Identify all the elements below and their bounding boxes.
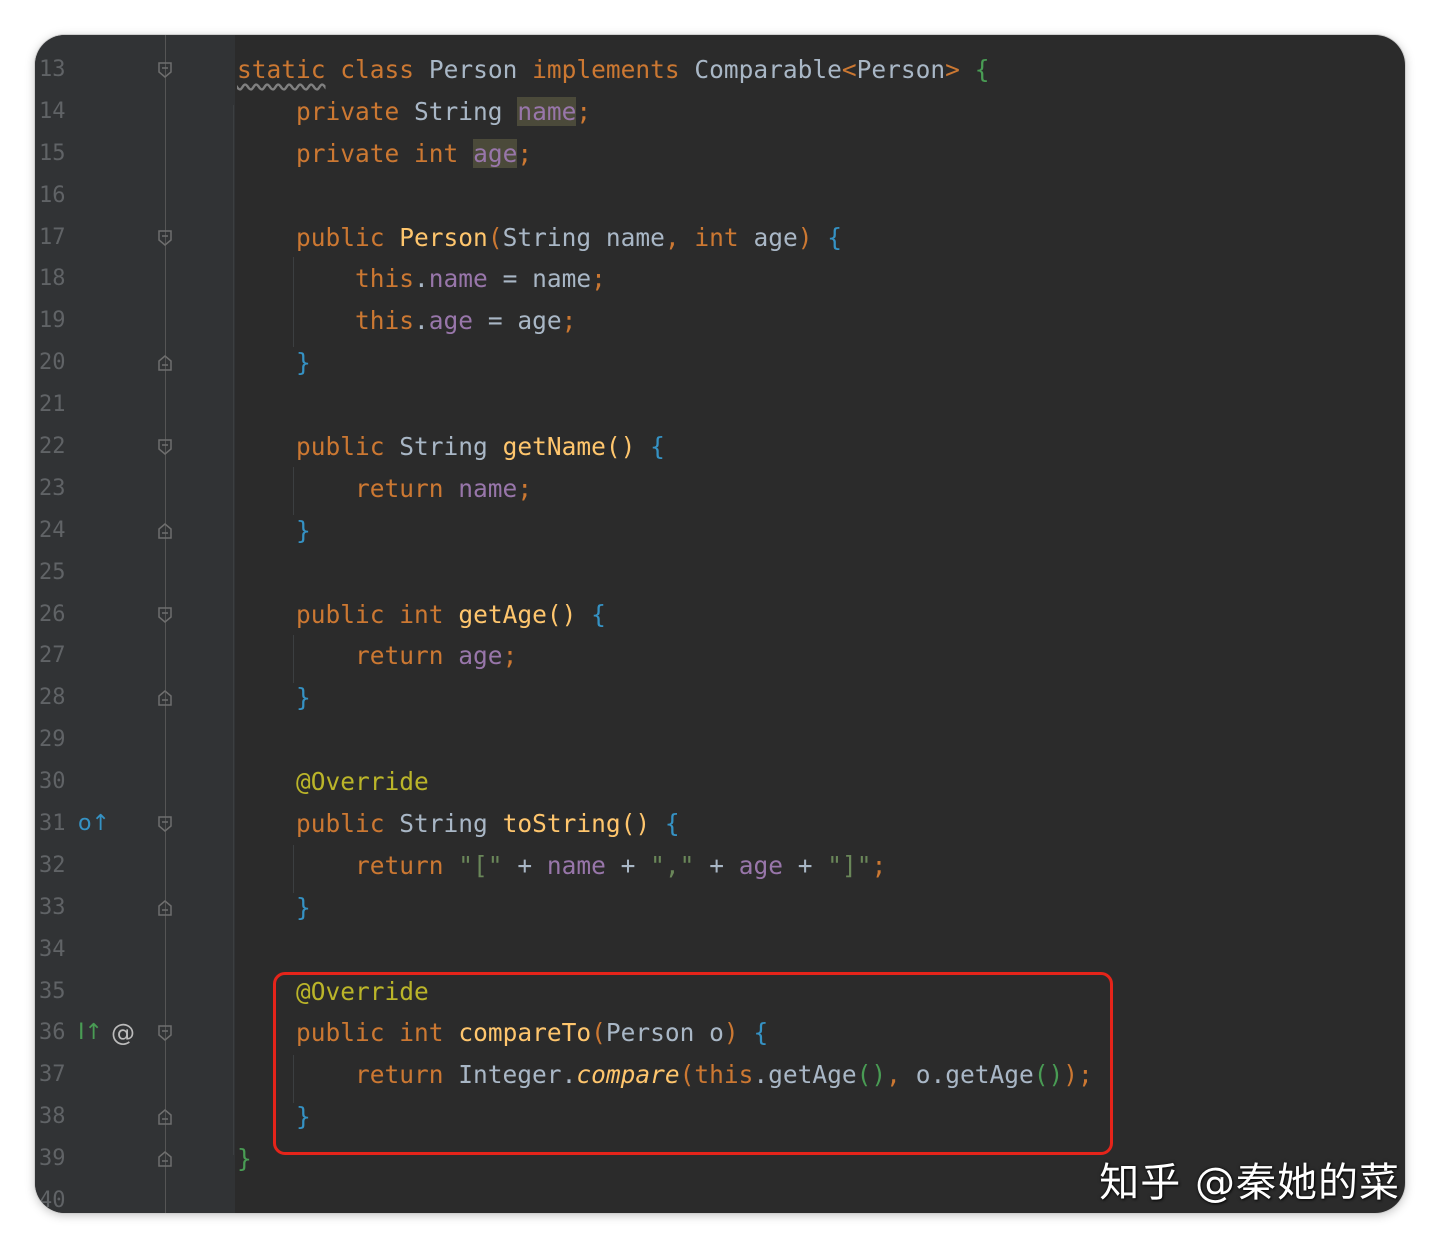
line-number: 33 — [39, 894, 66, 920]
fold-close-icon[interactable] — [157, 689, 173, 707]
code-text: @Override — [296, 767, 429, 797]
code-text: static class Person implements Comparabl… — [237, 55, 990, 84]
implements-method-icon[interactable]: I↑ — [78, 1018, 103, 1048]
line-number: 19 — [39, 308, 66, 334]
fold-open-icon[interactable] — [157, 1024, 173, 1042]
code-editor[interactable]: 13 static class Person implements Compar… — [35, 35, 1405, 1213]
code-text: } — [237, 1144, 252, 1174]
line-number: 26 — [39, 601, 66, 627]
line-number: 24 — [39, 517, 66, 543]
line-number: 21 — [39, 392, 66, 418]
code-line[interactable]: 24 } — [35, 510, 1405, 552]
line-number: 22 — [39, 434, 66, 460]
code-line[interactable]: 30 @Override — [35, 761, 1405, 803]
line-number: 40 — [39, 1188, 66, 1213]
line-number: 18 — [39, 266, 66, 292]
fold-open-icon[interactable] — [157, 61, 173, 79]
code-line[interactable]: 15 private int age; — [35, 133, 1405, 175]
line-number: 15 — [39, 140, 66, 166]
code-line[interactable]: 31 o↑ public String toString() { — [35, 803, 1405, 845]
line-number: 23 — [39, 475, 66, 501]
code-text: } — [296, 348, 311, 378]
fold-open-icon[interactable] — [157, 815, 173, 833]
code-text: private String name; — [296, 96, 592, 126]
code-line[interactable]: 16 — [35, 175, 1405, 217]
line-number: 20 — [39, 350, 66, 376]
fold-close-icon[interactable] — [157, 354, 173, 372]
line-number: 17 — [39, 224, 66, 250]
code-line[interactable]: 21 — [35, 384, 1405, 426]
code-line[interactable]: 28 } — [35, 677, 1405, 719]
code-text: public Person(String name, int age) { — [296, 222, 842, 252]
at-icon[interactable]: @ — [111, 1018, 135, 1048]
code-text: private int age; — [296, 138, 533, 168]
code-text: this.age = age; — [355, 306, 577, 336]
code-line[interactable]: 14 private String name; — [35, 91, 1405, 133]
code-line[interactable]: 34 — [35, 929, 1405, 971]
line-number: 38 — [39, 1104, 66, 1130]
line-number: 37 — [39, 1062, 66, 1088]
highlight-box — [273, 972, 1113, 1155]
watermark-text: 知乎 @秦她的菜 — [1099, 1160, 1400, 1206]
code-text: return "[" + name + "," + age + "]"; — [355, 850, 887, 880]
line-number: 30 — [39, 769, 66, 795]
overrides-method-icon[interactable]: o↑ — [78, 809, 110, 839]
code-line[interactable]: 27 return age; — [35, 635, 1405, 677]
fold-open-icon[interactable] — [157, 438, 173, 456]
code-line[interactable]: 19 this.age = age; — [35, 300, 1405, 342]
code-line[interactable]: 26 public int getAge() { — [35, 594, 1405, 636]
fold-close-icon[interactable] — [157, 899, 173, 917]
code-line[interactable]: 29 — [35, 719, 1405, 761]
fold-close-icon[interactable] — [157, 1108, 173, 1126]
line-number: 32 — [39, 852, 66, 878]
line-number: 35 — [39, 978, 66, 1004]
fold-close-icon[interactable] — [157, 522, 173, 540]
code-text: } — [296, 515, 311, 545]
code-line[interactable]: 23 return name; — [35, 468, 1405, 510]
code-text: public String toString() { — [296, 809, 680, 839]
code-text: return name; — [355, 473, 533, 503]
line-number: 27 — [39, 643, 66, 669]
code-line[interactable]: 18 this.name = name; — [35, 258, 1405, 300]
code-text: } — [296, 683, 311, 713]
line-number: 28 — [39, 685, 66, 711]
line-number: 31 — [39, 811, 66, 837]
fold-open-icon[interactable] — [157, 606, 173, 624]
code-line[interactable]: 33 } — [35, 887, 1405, 929]
code-text: public String getName() { — [296, 432, 665, 462]
line-number: 29 — [39, 727, 66, 753]
line-number: 13 — [39, 57, 66, 82]
code-text: public int getAge() { — [296, 599, 606, 629]
code-line[interactable]: 32 return "[" + name + "," + age + "]"; — [35, 845, 1405, 887]
line-number: 36 — [39, 1020, 66, 1046]
line-number: 25 — [39, 559, 66, 585]
fold-close-icon[interactable] — [157, 1150, 173, 1168]
code-text: } — [296, 892, 311, 922]
line-number: 14 — [39, 98, 66, 124]
code-line[interactable]: 20 } — [35, 342, 1405, 384]
fold-open-icon[interactable] — [157, 229, 173, 247]
code-line[interactable]: 17 public Person(String name, int age) { — [35, 217, 1405, 259]
code-line[interactable]: 13 static class Person implements Compar… — [35, 49, 1405, 91]
code-text: return age; — [355, 641, 518, 671]
code-text: this.name = name; — [355, 264, 606, 294]
line-number: 34 — [39, 936, 66, 962]
line-number: 39 — [39, 1146, 66, 1172]
line-number: 16 — [39, 182, 66, 208]
code-line[interactable]: 22 public String getName() { — [35, 426, 1405, 468]
code-line[interactable]: 25 — [35, 552, 1405, 594]
